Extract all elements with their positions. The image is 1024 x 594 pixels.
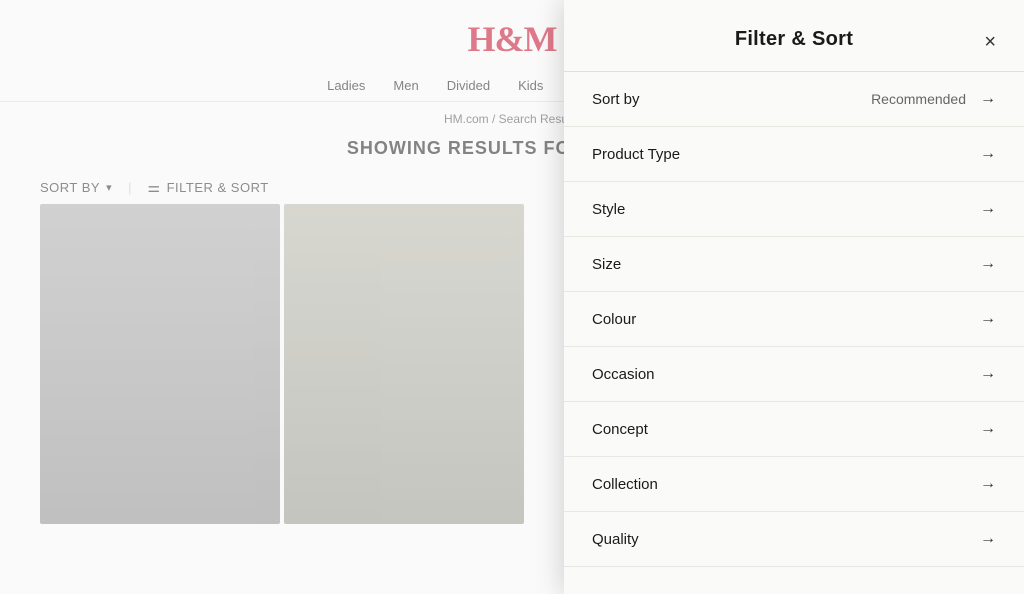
filter-item-style[interactable]: Style → [564, 182, 1024, 237]
filter-sort-button[interactable]: ⚌ FILTER & SORT [148, 179, 269, 196]
arrow-icon-product-type: → [980, 145, 996, 163]
product-card-2[interactable] [284, 204, 524, 524]
filter-item-product-type[interactable]: Product Type → [564, 127, 1024, 182]
filter-sort-label: FILTER & SORT [167, 180, 269, 195]
filter-item-right-product-type: → [980, 145, 996, 163]
arrow-icon-colour: → [980, 310, 996, 328]
filter-item-size[interactable]: Size → [564, 237, 1024, 292]
filter-label-product-type: Product Type [592, 146, 680, 163]
sort-by-button[interactable]: SORT BY ▾ [40, 180, 112, 195]
filter-item-occasion[interactable]: Occasion → [564, 347, 1024, 402]
nav-men: Men [393, 78, 418, 93]
filter-item-right-concept: → [980, 420, 996, 438]
chevron-down-icon: ▾ [106, 181, 112, 194]
filter-label-colour: Colour [592, 311, 636, 328]
filter-panel-header: Filter & Sort × [564, 0, 1024, 71]
filter-label-occasion: Occasion [592, 366, 655, 383]
arrow-icon-occasion: → [980, 365, 996, 383]
filter-item-right-quality: → [980, 530, 996, 548]
arrow-icon-sort-by: → [980, 90, 996, 108]
filter-item-collection[interactable]: Collection → [564, 457, 1024, 512]
filter-label-quality: Quality [592, 531, 639, 548]
arrow-icon-size: → [980, 255, 996, 273]
filter-item-concept[interactable]: Concept → [564, 402, 1024, 457]
filter-label-collection: Collection [592, 476, 658, 493]
sort-by-label: SORT BY [40, 180, 100, 195]
filter-label-style: Style [592, 201, 625, 218]
filter-item-colour[interactable]: Colour → [564, 292, 1024, 347]
arrow-icon-quality: → [980, 530, 996, 548]
filter-label-concept: Concept [592, 421, 648, 438]
filter-item-right-sort-by: Recommended → [871, 90, 996, 108]
filter-item-right-style: → [980, 200, 996, 218]
filter-list: Sort by Recommended → Product Type → Sty… [564, 72, 1024, 594]
nav-ladies: Ladies [327, 78, 365, 93]
filter-sort-panel: Filter & Sort × Sort by Recommended → Pr… [564, 0, 1024, 594]
close-button[interactable]: × [980, 28, 1000, 56]
filter-value-sort-by: Recommended [871, 91, 966, 107]
filter-panel-title: Filter & Sort [735, 28, 853, 51]
arrow-icon-style: → [980, 200, 996, 218]
filter-item-right-collection: → [980, 475, 996, 493]
nav-kids: Kids [518, 78, 543, 93]
filter-item-quality[interactable]: Quality → [564, 512, 1024, 567]
filter-item-sort-by[interactable]: Sort by Recommended → [564, 72, 1024, 127]
hm-logo-text: H&M [468, 19, 557, 59]
filter-label-sort-by: Sort by [592, 91, 640, 108]
filter-label-size: Size [592, 256, 621, 273]
filter-item-right-occasion: → [980, 365, 996, 383]
filter-item-right-colour: → [980, 310, 996, 328]
nav-divided: Divided [447, 78, 490, 93]
filter-item-right-size: → [980, 255, 996, 273]
product-card-1[interactable] [40, 204, 280, 524]
filter-icon: ⚌ [148, 179, 161, 196]
arrow-icon-collection: → [980, 475, 996, 493]
arrow-icon-concept: → [980, 420, 996, 438]
